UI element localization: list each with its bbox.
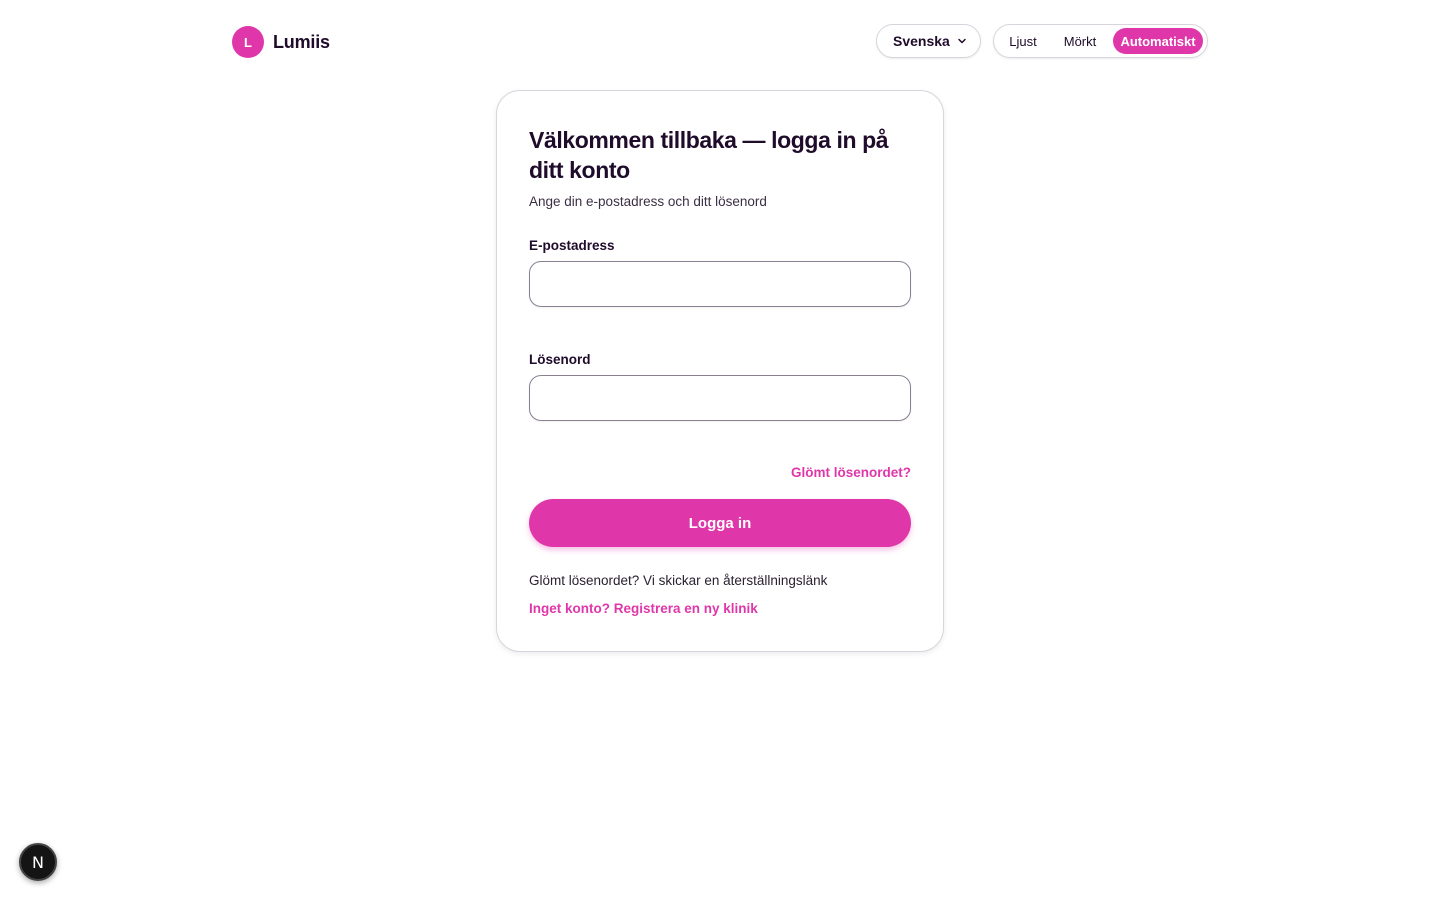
language-selected-value: Svenska (893, 33, 950, 49)
login-card: Välkommen tillbaka — logga in på ditt ko… (496, 90, 944, 652)
dev-badge-letter: N (32, 852, 44, 872)
forgot-password-link[interactable]: Glömt lösenordet? (791, 465, 911, 480)
page-title: Välkommen tillbaka — logga in på ditt ko… (529, 127, 889, 183)
page-subtitle: Ange din e-postadress och ditt lösenord (529, 194, 767, 209)
theme-option-auto[interactable]: Automatiskt (1113, 28, 1203, 54)
email-label: E-postadress (529, 238, 615, 253)
brand-name: Lumiis (273, 31, 330, 52)
theme-option-dark[interactable]: Mörkt (1054, 28, 1106, 54)
language-select[interactable]: Svenska (876, 24, 981, 58)
theme-toggle: Ljust Mörkt Automatiskt (993, 24, 1208, 58)
theme-option-light[interactable]: Ljust (1000, 28, 1046, 54)
brand-logo: L (232, 26, 264, 58)
dev-tools-badge[interactable]: N (19, 843, 57, 881)
top-header: L Lumiis Svenska Ljust Mörkt Automatiskt (232, 24, 1208, 60)
chevron-down-icon (958, 38, 966, 44)
email-field[interactable] (529, 261, 911, 307)
password-label: Lösenord (529, 352, 591, 367)
password-field[interactable] (529, 375, 911, 421)
help-text: Glömt lösenordet? Vi skickar en återstäl… (529, 573, 828, 588)
brand[interactable]: L Lumiis (232, 26, 330, 58)
register-link[interactable]: Inget konto? Registrera en ny klinik (529, 601, 758, 616)
login-button[interactable]: Logga in (529, 499, 911, 547)
